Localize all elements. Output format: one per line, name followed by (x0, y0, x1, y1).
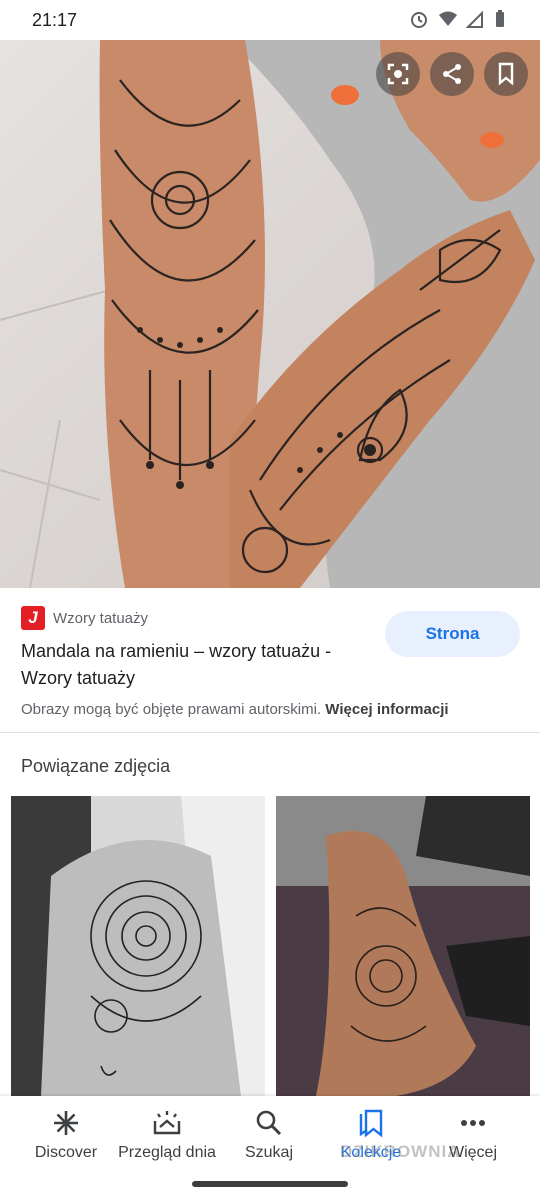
nav-daily[interactable]: Przegląd dnia (113, 1106, 221, 1162)
wifi-icon (438, 9, 457, 29)
copyright-notice: Obrazy mogą być objęte prawami autorskim… (21, 701, 449, 718)
copyright-text: Obrazy mogą być objęte prawami autorskim… (21, 701, 322, 718)
collections-icon (359, 1109, 383, 1138)
divider (0, 732, 540, 733)
nav-discover-label: Discover (34, 1144, 98, 1161)
search-icon (256, 1110, 282, 1136)
bookmark-button[interactable] (484, 52, 528, 96)
share-icon (443, 64, 461, 84)
share-button[interactable] (430, 52, 474, 96)
nav-search-label: Szukaj (244, 1144, 294, 1161)
lens-button[interactable] (376, 52, 420, 96)
related-image-2[interactable] (276, 796, 530, 1096)
more-icon (461, 1120, 485, 1126)
lens-icon (387, 63, 409, 85)
mandala-hand-image (276, 796, 530, 1096)
source-logo: J (21, 606, 45, 630)
bookmark-icon (498, 62, 514, 86)
nav-discover[interactable]: Discover (12, 1106, 120, 1162)
related-heading: Powiązane zdjęcia (21, 756, 171, 776)
result-title[interactable]: Mandala na ramieniu – wzory tatuażu - Wz… (21, 638, 361, 692)
status-icons (410, 9, 512, 29)
status-bar: 21:17 (0, 0, 540, 40)
more-info-link[interactable]: Więcej informacji (325, 701, 448, 718)
nav-daily-label: Przegląd dnia (118, 1144, 216, 1161)
related-image-1[interactable] (11, 796, 265, 1096)
main-image[interactable] (0, 40, 540, 588)
asterisk-icon (54, 1111, 78, 1135)
tattoo-sleeve-image (0, 40, 540, 588)
home-indicator[interactable] (192, 1181, 348, 1187)
daily-icon (153, 1111, 181, 1135)
mandala-forearm-image (11, 796, 265, 1096)
battery-icon (494, 9, 512, 29)
status-time: 21:17 (32, 10, 78, 30)
nav-search[interactable]: Szukaj (215, 1106, 323, 1162)
watermark: DZIKROWNIA (340, 1142, 461, 1161)
result-source[interactable]: J Wzory tatuaży (21, 606, 148, 630)
source-name: Wzory tatuaży (53, 609, 149, 627)
visit-button[interactable]: Strona (385, 611, 520, 657)
signal-icon (465, 9, 484, 29)
alarm-icon (410, 9, 428, 29)
